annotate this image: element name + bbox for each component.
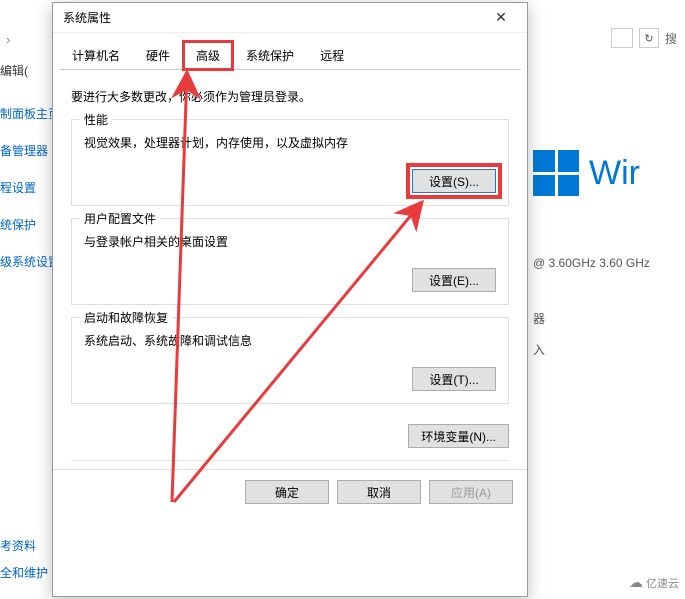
security-maintenance-link[interactable]: 全和维护 <box>0 564 48 581</box>
performance-group: 性能 视觉效果，处理器计划，内存使用，以及虚拟内存 设置(S)... <box>71 119 509 206</box>
advanced-system-link[interactable]: 级系统设置 <box>0 253 50 270</box>
system-protection-link[interactable]: 统保护 <box>0 216 50 233</box>
performance-group-title: 性能 <box>80 111 112 128</box>
tab-computer-name[interactable]: 计算机名 <box>59 41 133 70</box>
device-manager-link[interactable]: 备管理器 <box>0 142 50 159</box>
cancel-button[interactable]: 取消 <box>337 480 421 504</box>
windows-text-fragment: Wir <box>589 154 640 193</box>
watermark-text: 亿速云 <box>646 575 679 591</box>
path-fragment-input[interactable] <box>611 28 633 48</box>
side-info-2: 入 <box>533 341 677 358</box>
system-properties-dialog: 系统属性 ✕ 计算机名 硬件 高级 系统保护 远程 要进行大多数更改，你必须作为… <box>52 2 528 597</box>
tab-remote[interactable]: 远程 <box>307 41 357 70</box>
watermark-cloud-icon: ☁ <box>629 574 643 591</box>
see-also-link[interactable]: 考资料 <box>0 537 48 554</box>
performance-group-desc: 视觉效果，处理器计划，内存使用，以及虚拟内存 <box>84 134 496 151</box>
admin-notice-label: 要进行大多数更改，你必须作为管理员登录。 <box>71 88 509 105</box>
dialog-separator <box>71 460 509 461</box>
windows-logo-icon <box>533 150 579 196</box>
watermark: ☁ 亿速云 <box>629 574 679 591</box>
edit-menu-fragment[interactable]: 编辑( <box>0 62 50 79</box>
startup-recovery-group-desc: 系统启动、系统故障和调试信息 <box>84 332 496 349</box>
performance-settings-button[interactable]: 设置(S)... <box>412 169 496 193</box>
dialog-footer: 确定 取消 应用(A) <box>53 469 527 516</box>
control-panel-home-link[interactable]: 制面板主页 <box>0 105 50 122</box>
cpu-info-label: @ 3.60GHz 3.60 GHz <box>533 256 677 270</box>
tab-advanced[interactable]: 高级 <box>183 41 233 70</box>
startup-recovery-group: 启动和故障恢复 系统启动、系统故障和调试信息 设置(T)... <box>71 317 509 404</box>
close-button[interactable]: ✕ <box>483 4 519 32</box>
tab-hardware[interactable]: 硬件 <box>133 41 183 70</box>
startup-recovery-group-title: 启动和故障恢复 <box>80 309 172 326</box>
refresh-icon[interactable]: ↻ <box>639 28 659 48</box>
ok-button[interactable]: 确定 <box>245 480 329 504</box>
search-label: 搜 <box>665 30 677 47</box>
apply-button[interactable]: 应用(A) <box>429 480 513 504</box>
dialog-title: 系统属性 <box>63 9 111 26</box>
close-icon: ✕ <box>495 9 507 26</box>
dialog-titlebar: 系统属性 ✕ <box>53 3 527 33</box>
user-profile-group-title: 用户配置文件 <box>80 210 160 227</box>
dialog-content: 要进行大多数更改，你必须作为管理员登录。 性能 视觉效果，处理器计划，内存使用，… <box>53 70 527 422</box>
environment-variables-button[interactable]: 环境变量(N)... <box>408 424 509 448</box>
user-profile-group-desc: 与登录帐户相关的桌面设置 <box>84 233 496 250</box>
tab-strip: 计算机名 硬件 高级 系统保护 远程 <box>59 41 521 70</box>
user-profile-group: 用户配置文件 与登录帐户相关的桌面设置 设置(E)... <box>71 218 509 305</box>
startup-recovery-settings-button[interactable]: 设置(T)... <box>412 367 496 391</box>
user-profile-settings-button[interactable]: 设置(E)... <box>412 268 496 292</box>
nav-forward-icon[interactable]: › <box>6 32 10 47</box>
remote-settings-link[interactable]: 程设置 <box>0 179 50 196</box>
tab-system-protection[interactable]: 系统保护 <box>233 41 307 70</box>
side-info-1: 器 <box>533 310 677 327</box>
